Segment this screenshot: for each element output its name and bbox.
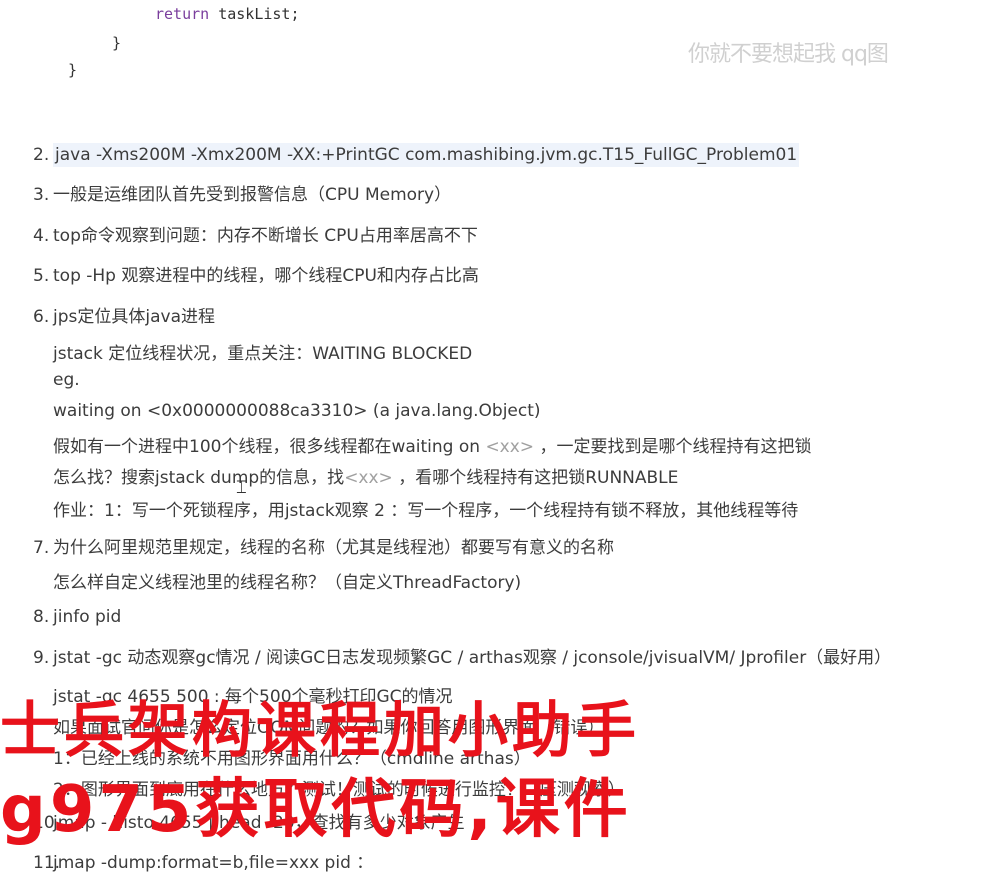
item-text: jmap -dump:format=b,file=xxx pid ： xyxy=(53,853,374,873)
list-item-8: 8. jinfo pid xyxy=(33,602,121,633)
list-item-6: 6. jps定位具体java进程 xyxy=(33,302,215,333)
promo-overlay-line1: 士兵架构课程加小助手 xyxy=(0,696,640,766)
item7-line-threadfactory: 怎么样自定义线程池里的线程名称？（自定义ThreadFactory) xyxy=(53,573,522,593)
list-item-2: 2. java -Xms200M -Xmx200M -XX:+PrintGC co… xyxy=(33,140,800,171)
item-number: 8. xyxy=(33,607,50,627)
item6-line-suppose: 假如有一个进程中100个线程，很多线程都在waiting on <xx> ，一定… xyxy=(53,432,811,457)
item-number: 5. xyxy=(33,266,50,286)
item6-line-eg: eg. xyxy=(53,370,80,390)
placeholder-token: <xx> xyxy=(344,468,393,488)
item-number: 6. xyxy=(33,307,50,327)
item-text: jstat -gc 动态观察gc情况 / 阅读GC日志发现频繁GC / arth… xyxy=(53,648,892,668)
video-watermark: 你就不要想起我 qq图 xyxy=(688,42,889,67)
item-text: top -Hp 观察进程中的线程，哪个线程CPU和内存占比高 xyxy=(53,266,479,286)
text-segment: ，看哪个线程持有这把锁RUNNABLE xyxy=(392,468,679,488)
item-number: 4. xyxy=(33,226,50,246)
item-text: jinfo pid xyxy=(53,607,122,627)
code-brace-outer: } xyxy=(68,61,78,79)
return-keyword: return xyxy=(155,5,210,23)
item6-line-homework: 作业：1：写一个死锁程序，用jstack观察 2 ：写一个程序，一个线程持有锁不… xyxy=(53,501,799,521)
item6-line-waiting: waiting on <0x0000000088ca3310> (a java.… xyxy=(53,401,541,421)
item-text: 一般是运维团队首先受到报警信息（CPU Memory） xyxy=(53,185,452,205)
placeholder-token: <xx> xyxy=(485,437,535,457)
text-segment: 假如有一个进程中100个线程，很多线程都在waiting on xyxy=(53,437,486,457)
code-return-line: return taskList; xyxy=(155,5,300,23)
code-brace-inner: } xyxy=(112,34,122,52)
list-item-5: 5. top -Hp 观察进程中的线程，哪个线程CPU和内存占比高 xyxy=(33,261,479,292)
item-number: 11. xyxy=(33,853,61,873)
list-item-11: 11.jmap -dump:format=b,file=xxx pid ： xyxy=(33,848,373,879)
list-item-7: 7. 为什么阿里规范里规定，线程的名称（尤其是线程池）都要写有意义的名称 xyxy=(33,533,614,564)
item-text: top命令观察到问题：内存不断增长 CPU占用率居高不下 xyxy=(53,226,478,246)
promo-overlay-line2: g975获取代码,课件 xyxy=(0,773,632,847)
item6-line-howto: 怎么找？搜索jstack dump的信息，找<xx> ，看哪个线程持有这把锁RU… xyxy=(53,463,678,488)
item-number: 3. xyxy=(33,185,50,205)
item-text-highlighted: java -Xms200M -Xmx200M -XX:+PrintGC com.… xyxy=(53,143,800,167)
list-item-4: 4. top命令观察到问题：内存不断增长 CPU占用率居高不下 xyxy=(33,221,478,252)
list-item-9: 9. jstat -gc 动态观察gc情况 / 阅读GC日志发现频繁GC / ar… xyxy=(33,643,891,674)
list-item-3: 3. 一般是运维团队首先受到报警信息（CPU Memory） xyxy=(33,180,451,211)
text-segment: ，一定要找到是哪个线程持有这把锁 xyxy=(534,437,812,457)
item-number: 7. xyxy=(33,538,50,558)
text-segment: 怎么找？搜索jstack dump的信息，找 xyxy=(53,468,345,488)
item-text: 为什么阿里规范里规定，线程的名称（尤其是线程池）都要写有意义的名称 xyxy=(53,538,614,558)
item-text: jps定位具体java进程 xyxy=(53,307,215,327)
item6-line-jstack: jstack 定位线程状况，重点关注：WAITING BLOCKED xyxy=(53,344,473,364)
item-number: 2. xyxy=(33,145,50,165)
text-cursor-icon: ⌶ xyxy=(236,477,247,498)
return-value: taskList; xyxy=(209,5,300,23)
item-number: 9. xyxy=(33,648,50,668)
